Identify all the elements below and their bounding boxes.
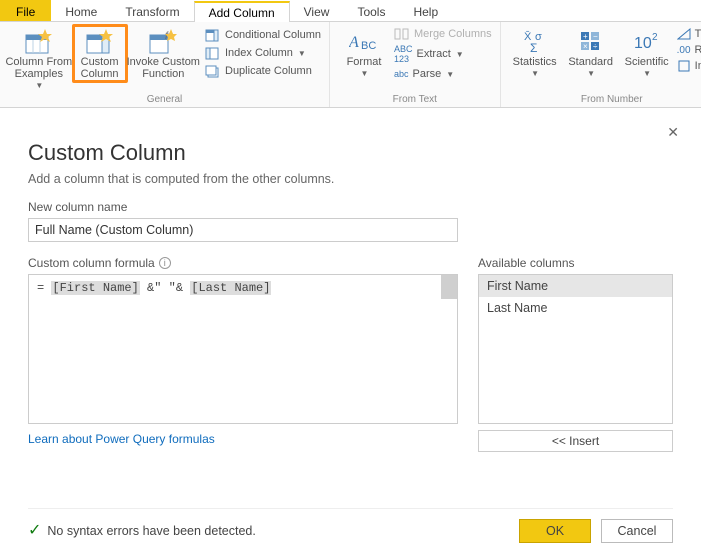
token-first-name: [First Name] <box>51 281 139 295</box>
dropdown-caret-icon: ▼ <box>587 68 595 80</box>
dropdown-caret-icon: ▼ <box>35 80 43 92</box>
btn-custom-column[interactable]: Custom Column <box>72 24 128 83</box>
available-column-item[interactable]: Last Name <box>479 297 672 319</box>
group-from-text: ABC Format ▼ Merge Columns ABC123 Extrac… <box>330 22 501 107</box>
group-from-number: X̄σΣ Statistics ▼ +−×÷ Standard ▼ 102 Sc… <box>501 22 701 107</box>
group-label-from-number: From Number <box>507 93 701 107</box>
rounding-icon: .00 <box>677 45 691 56</box>
available-columns-label: Available columns <box>478 256 673 270</box>
new-column-name-input[interactable] <box>28 218 458 242</box>
trig-icon <box>677 28 691 40</box>
learn-link[interactable]: Learn about Power Query formulas <box>28 432 215 446</box>
group-label-general: General <box>6 93 323 107</box>
formula-input[interactable]: = [First Name] &" "& [Last Name] <box>28 274 458 424</box>
ok-button[interactable]: OK <box>519 519 591 543</box>
tab-home[interactable]: Home <box>51 0 111 21</box>
duplicate-column-icon <box>205 64 221 78</box>
formula-label: Custom column formula i <box>28 256 458 270</box>
btn-scientific[interactable]: 102 Scientific ▼ <box>619 24 675 80</box>
dropdown-caret-icon: ▼ <box>298 49 306 58</box>
ribbon: Column From Examples ▼ Custom Column fx … <box>0 22 701 108</box>
new-column-name-label: New column name <box>28 200 673 214</box>
btn-extract[interactable]: ABC123 Extract ▼ <box>392 42 494 66</box>
btn-conditional-column[interactable]: Conditional Column <box>203 26 323 44</box>
tab-file[interactable]: File <box>0 0 51 21</box>
table-star-icon <box>23 28 55 56</box>
dropdown-caret-icon: ▼ <box>643 68 651 80</box>
svg-text:−: − <box>593 32 598 41</box>
btn-parse[interactable]: abc Parse ▼ <box>392 66 494 82</box>
dialog-subtitle: Add a column that is computed from the o… <box>28 172 673 186</box>
tab-tools[interactable]: Tools <box>343 0 399 21</box>
btn-information[interactable]: Info <box>675 58 701 74</box>
group-label-from-text: From Text <box>336 93 494 107</box>
available-columns-list: First Name Last Name <box>478 274 673 424</box>
table-fx-icon: fx <box>147 28 179 56</box>
dropdown-caret-icon: ▼ <box>361 68 369 80</box>
info-icon <box>677 60 691 72</box>
checkmark-icon: ✓ <box>28 525 41 537</box>
scientific-icon: 102 <box>631 28 663 56</box>
available-column-item[interactable]: First Name <box>479 275 672 297</box>
tab-transform[interactable]: Transform <box>111 0 193 21</box>
standard-icon: +−× ÷ <box>575 28 607 56</box>
svg-text:A: A <box>349 34 359 51</box>
btn-rounding[interactable]: .00 Rou <box>675 42 701 58</box>
svg-text:BC: BC <box>361 40 376 52</box>
format-icon: ABC <box>348 28 380 56</box>
btn-format[interactable]: ABC Format ▼ <box>336 24 392 80</box>
btn-index-column[interactable]: Index Column ▼ <box>203 44 323 62</box>
btn-label: Custom Column <box>81 56 119 80</box>
merge-columns-icon <box>394 28 410 40</box>
tab-view[interactable]: View <box>290 0 344 21</box>
scrollbar-thumb[interactable] <box>441 275 457 299</box>
btn-label: Invoke Custom Function <box>127 56 200 80</box>
btn-invoke-custom-function[interactable]: fx Invoke Custom Function <box>128 24 199 80</box>
svg-text:10: 10 <box>634 35 652 52</box>
btn-duplicate-column[interactable]: Duplicate Column <box>203 62 323 80</box>
dropdown-caret-icon: ▼ <box>531 68 539 80</box>
ribbon-tabs: File Home Transform Add Column View Tool… <box>0 0 701 22</box>
syntax-status: ✓ No syntax errors have been detected. <box>28 524 256 538</box>
extract-icon: ABC123 <box>394 44 413 64</box>
btn-trigonometry[interactable]: Trig <box>675 26 701 42</box>
insert-button[interactable]: << Insert <box>478 430 673 452</box>
token-last-name: [Last Name] <box>190 281 271 295</box>
btn-label: Column From Examples <box>5 56 72 80</box>
svg-text:2: 2 <box>652 32 658 43</box>
svg-text:+: + <box>583 32 588 41</box>
index-column-icon <box>205 46 221 60</box>
parse-icon: abc <box>394 69 409 79</box>
info-icon[interactable]: i <box>159 257 171 269</box>
svg-text:Σ: Σ <box>530 41 537 54</box>
dropdown-caret-icon: ▼ <box>446 70 454 79</box>
dropdown-caret-icon: ▼ <box>456 50 464 59</box>
dialog-title: Custom Column <box>28 140 673 166</box>
cancel-button[interactable]: Cancel <box>601 519 673 543</box>
btn-column-from-examples[interactable]: Column From Examples ▼ <box>6 24 72 92</box>
custom-column-dialog: ✕ Custom Column Add a column that is com… <box>0 108 701 555</box>
svg-text:÷: ÷ <box>593 42 598 51</box>
table-add-icon <box>84 28 116 56</box>
btn-statistics[interactable]: X̄σΣ Statistics ▼ <box>507 24 563 80</box>
btn-merge-columns[interactable]: Merge Columns <box>392 26 494 42</box>
group-general: Column From Examples ▼ Custom Column fx … <box>0 22 330 107</box>
tab-add-column[interactable]: Add Column <box>194 1 290 22</box>
btn-standard[interactable]: +−×÷ Standard ▼ <box>563 24 619 80</box>
conditional-column-icon <box>205 28 221 42</box>
statistics-icon: X̄σΣ <box>519 28 551 56</box>
tab-help[interactable]: Help <box>399 0 452 21</box>
close-button[interactable]: ✕ <box>663 120 683 145</box>
svg-text:×: × <box>583 42 588 51</box>
